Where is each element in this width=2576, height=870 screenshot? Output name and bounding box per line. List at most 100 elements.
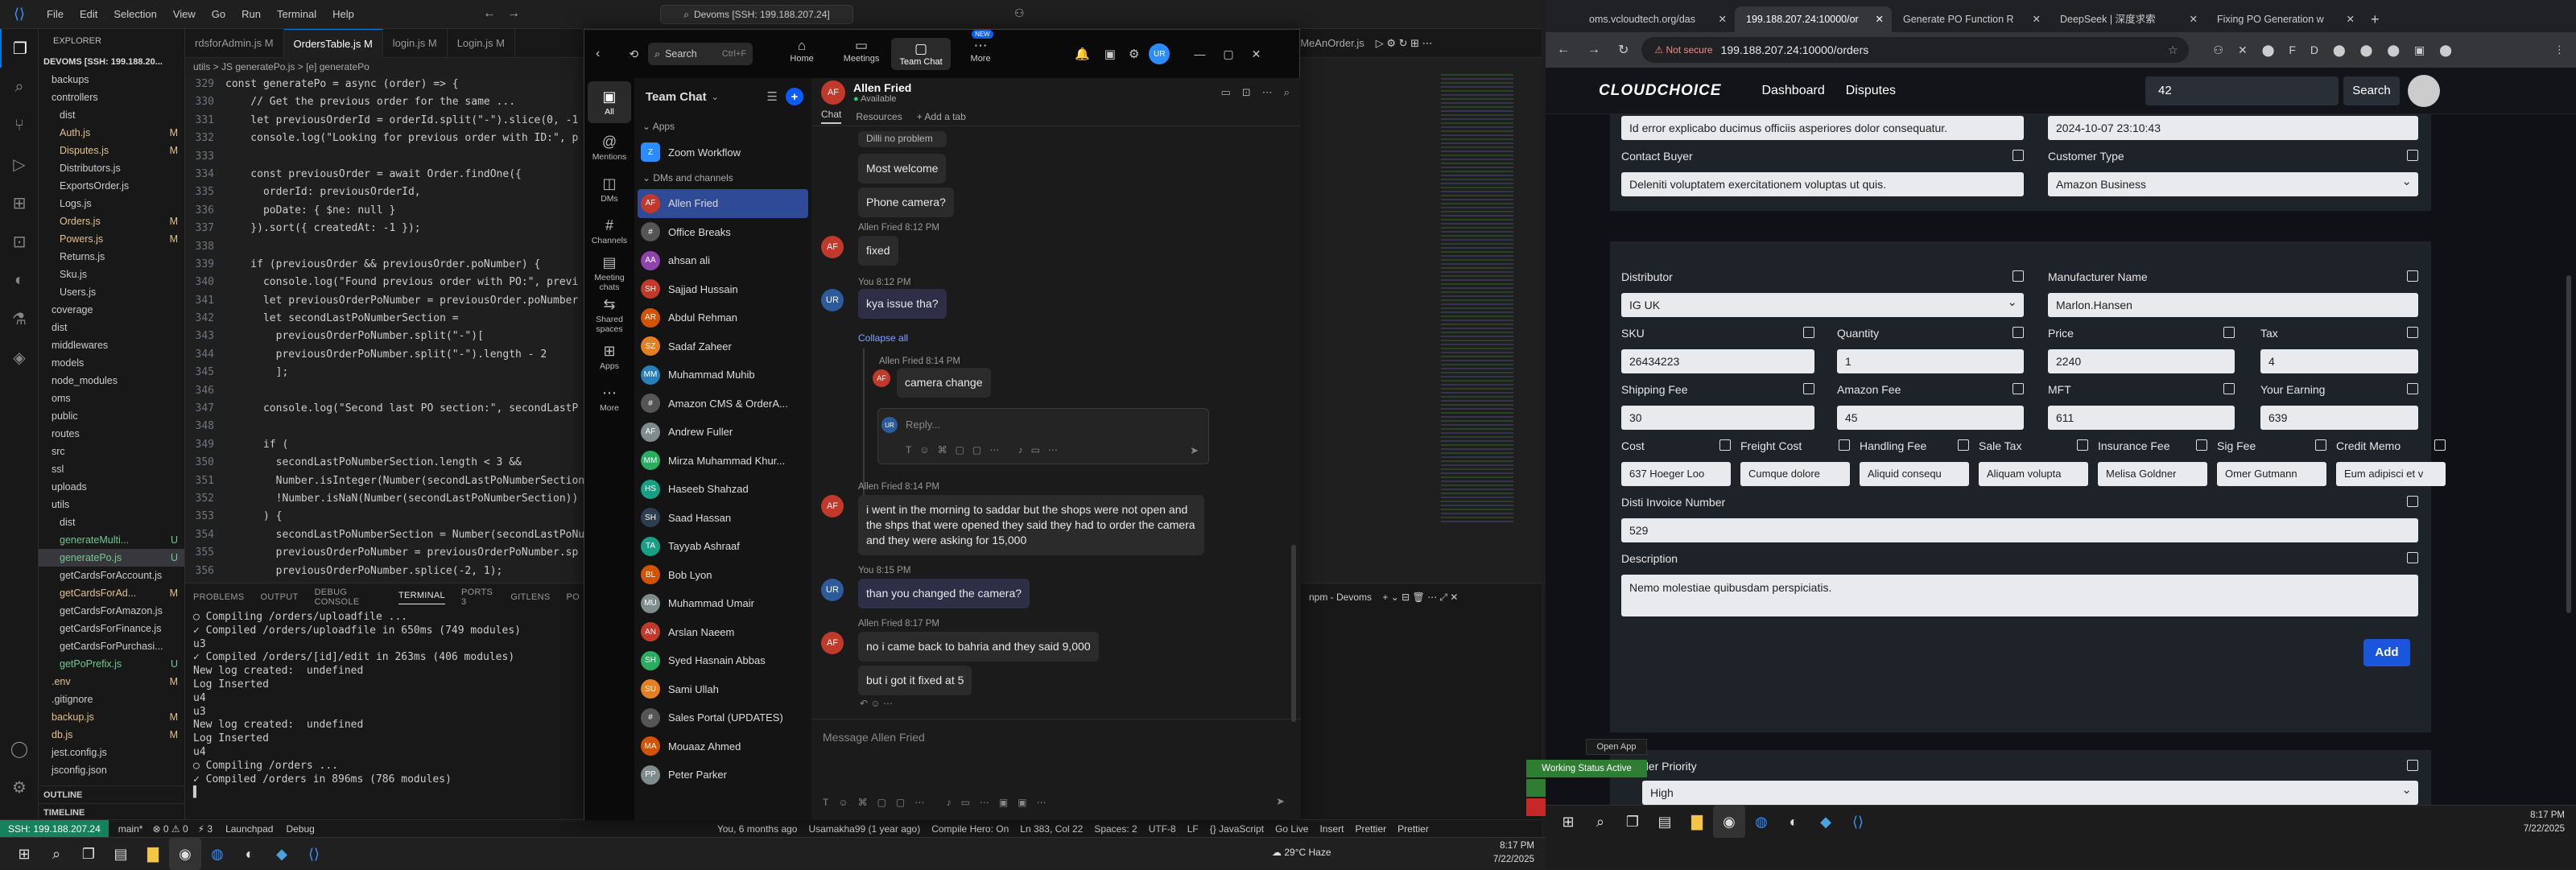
maximize-icon[interactable]: ▢ xyxy=(1223,47,1233,61)
chat-list-item[interactable]: # Amazon CMS & OrderA... xyxy=(634,390,811,419)
message-bubble[interactable]: but i got it fixed at 5 xyxy=(858,666,972,695)
tree-item[interactable]: generatePo.js U xyxy=(39,549,184,567)
copy-icon[interactable] xyxy=(1839,439,1850,451)
chat-avatar[interactable]: AF xyxy=(821,80,845,105)
panel-tab[interactable]: PORTS 3 xyxy=(461,588,494,607)
ports-count[interactable]: ⚡ 3 xyxy=(198,823,213,835)
copy-icon[interactable] xyxy=(2407,150,2418,161)
menu-item[interactable]: View xyxy=(173,8,196,20)
tree-item[interactable]: node_modules xyxy=(39,372,184,390)
customer-type-select[interactable]: Amazon Business xyxy=(2048,172,2418,196)
settings-icon[interactable]: ⚙ xyxy=(1129,47,1139,61)
tree-item[interactable]: middlewares xyxy=(39,336,184,354)
avatar[interactable] xyxy=(2407,74,2440,107)
widgets-icon[interactable]: ▤ xyxy=(105,838,137,870)
rail-item[interactable]: # Channels xyxy=(584,210,634,252)
editor-tab[interactable]: rdsforAdmin.js M xyxy=(185,29,284,58)
close-icon[interactable]: ✕ xyxy=(1252,47,1261,61)
priority-select[interactable]: High xyxy=(1642,781,2418,805)
problems-count[interactable]: ⊗ 0 ⚠ 0 xyxy=(152,823,188,835)
tree-item[interactable]: ExportsOrder.js xyxy=(39,177,184,195)
chat-name[interactable]: Allen Fried xyxy=(853,81,911,94)
forward-icon[interactable]: → xyxy=(1587,43,1600,57)
rail-item[interactable]: ▤ Meeting chats xyxy=(584,252,634,294)
widgets-icon[interactable]: ▤ xyxy=(1649,806,1681,838)
sender-avatar[interactable]: AF xyxy=(821,236,844,258)
zoom-icon[interactable]: ◍ xyxy=(1745,806,1777,838)
team-search-box[interactable]: ⌕ Search Ctrl+F xyxy=(648,43,753,65)
add-button[interactable]: Add xyxy=(2363,639,2410,666)
extension-icons[interactable]: ⚇✕⬤FD⬤⬤⬤▣⬤ xyxy=(2213,43,2467,57)
copy-icon[interactable] xyxy=(2196,439,2207,451)
compile-hero[interactable]: Compile Hero: On xyxy=(931,823,1009,835)
tree-item[interactable]: dist xyxy=(39,106,184,124)
search-icon[interactable]: ⌕ xyxy=(1284,86,1290,99)
file-explorer-icon[interactable]: ▇ xyxy=(137,838,169,870)
nav-more[interactable]: ⋯ More NEW xyxy=(951,30,1010,70)
tree-item[interactable]: uploads xyxy=(39,478,184,496)
my-avatar[interactable]: UR xyxy=(821,289,844,311)
rail-item[interactable]: ◫ DMs xyxy=(584,168,634,210)
right-editor-tab[interactable]: dMeAnOrder.js ▷ ⚙ ↻ ⊞ ⋯ xyxy=(1288,29,1542,58)
chat-list-item[interactable]: # Sales Portal (UPDATES) xyxy=(634,703,811,732)
panel-tab[interactable]: OUTPUT xyxy=(261,592,299,602)
terminal-output[interactable]: ○ Compiling /orders/uploadfile ... ✓ Comp… xyxy=(185,611,588,800)
composer[interactable]: Message Allen Fried T☺⌘▢▢⋯ ♪▭⋯▣▣⋯ ➤ xyxy=(811,719,1301,820)
my-avatar[interactable]: UR xyxy=(821,579,844,601)
copy-icon[interactable] xyxy=(1719,439,1731,451)
app-icon[interactable]: ◐ xyxy=(1777,806,1810,838)
tree-item[interactable]: ssl xyxy=(39,460,184,478)
file-explorer-icon[interactable]: ▇ xyxy=(1681,806,1713,838)
close-icon[interactable]: ✕ xyxy=(2347,6,2355,32)
contact-buyer-field[interactable]: Deleniti voluptatem exercitationem volup… xyxy=(1621,172,2024,196)
fee-field[interactable]: Omer Gutmann xyxy=(2217,462,2326,486)
rail-item[interactable]: ▣ All xyxy=(588,81,631,123)
browser-tab[interactable]: 199.188.207.24:10000/or ✕ xyxy=(1735,6,1892,32)
panel-tab[interactable]: DEBUG CONSOLE xyxy=(315,588,382,607)
terminal-instance[interactable]: npm - Devoms + ⌄ ⊟ 🗑 ⋯ ⤢ ✕ xyxy=(1301,583,1542,611)
description-textarea[interactable]: Nemo molestiae quibusdam perspiciatis. xyxy=(1621,575,2418,616)
vscode-icon[interactable]: ⟨⟩ xyxy=(298,838,330,870)
tree-item[interactable]: .gitignore xyxy=(39,691,184,708)
bookmark-star-icon[interactable]: ☆ xyxy=(2168,43,2178,57)
tree-item[interactable]: models xyxy=(39,354,184,372)
search-icon[interactable]: ⌕ xyxy=(40,838,72,870)
chat-list-item[interactable]: MU Muhammad Umair xyxy=(634,589,811,618)
fee-field[interactable]: Aliquid consequ xyxy=(1860,462,1969,486)
fee-field[interactable]: Cumque dolore xyxy=(1740,462,1850,486)
gitlens-icon[interactable]: ◐ xyxy=(0,261,39,299)
copy-icon[interactable] xyxy=(1958,439,1969,451)
chat-list-item[interactable]: AF Andrew Fuller xyxy=(634,418,811,447)
rail-item[interactable]: ⊞ Apps xyxy=(584,336,634,377)
message-bubble[interactable]: kya issue tha? xyxy=(858,289,947,319)
message-bubble[interactable]: camera change xyxy=(897,368,991,398)
tab-resources[interactable]: Resources xyxy=(856,111,902,122)
tree-item[interactable]: Distributors.js xyxy=(39,159,184,177)
menu-item[interactable]: Terminal xyxy=(277,8,316,20)
fee-field[interactable]: Melisa Goldner xyxy=(2098,462,2207,486)
task-view-icon[interactable]: ❐ xyxy=(1616,806,1649,838)
reaction-icons[interactable]: ↶ ☺ ⋯ xyxy=(860,698,893,709)
chat-list-item[interactable]: MM Mirza Muhammad Khur... xyxy=(634,447,811,476)
git-branch[interactable]: main* xyxy=(118,823,143,835)
copy-icon[interactable] xyxy=(2407,760,2418,771)
debug-button[interactable]: Debug xyxy=(286,823,314,835)
tree-item[interactable]: routes xyxy=(39,425,184,443)
tree-item[interactable]: backup.js M xyxy=(39,708,184,726)
windows-start-icon[interactable]: ⊞ xyxy=(1552,806,1584,838)
composer-toolbar-icons[interactable]: T☺⌘▢▢⋯ ♪▭⋯▣▣⋯ xyxy=(823,797,1056,808)
tree-item[interactable]: utils xyxy=(39,496,184,513)
working-status-badge[interactable]: Working Status Active xyxy=(1526,760,1647,777)
remote-explorer-icon[interactable]: ⊡ xyxy=(0,222,39,261)
panel-tab[interactable]: GITLENS xyxy=(510,592,550,602)
copy-icon[interactable] xyxy=(2223,383,2235,394)
tree-item[interactable]: src xyxy=(39,443,184,460)
language-mode[interactable]: {} JavaScript xyxy=(1210,823,1264,835)
app-icon-2[interactable]: ◆ xyxy=(1810,806,1842,838)
indentation[interactable]: Spaces: 2 xyxy=(1094,823,1137,835)
explorer-icon[interactable]: ❐ xyxy=(0,29,39,68)
app-icon[interactable]: ◐ xyxy=(233,838,266,870)
extensions-icon[interactable]: ⊞ xyxy=(0,183,39,222)
chat-list-item[interactable]: AR Abdul Rehman xyxy=(634,303,811,332)
amazon-fee-stepper[interactable]: 45 xyxy=(1837,406,2024,430)
